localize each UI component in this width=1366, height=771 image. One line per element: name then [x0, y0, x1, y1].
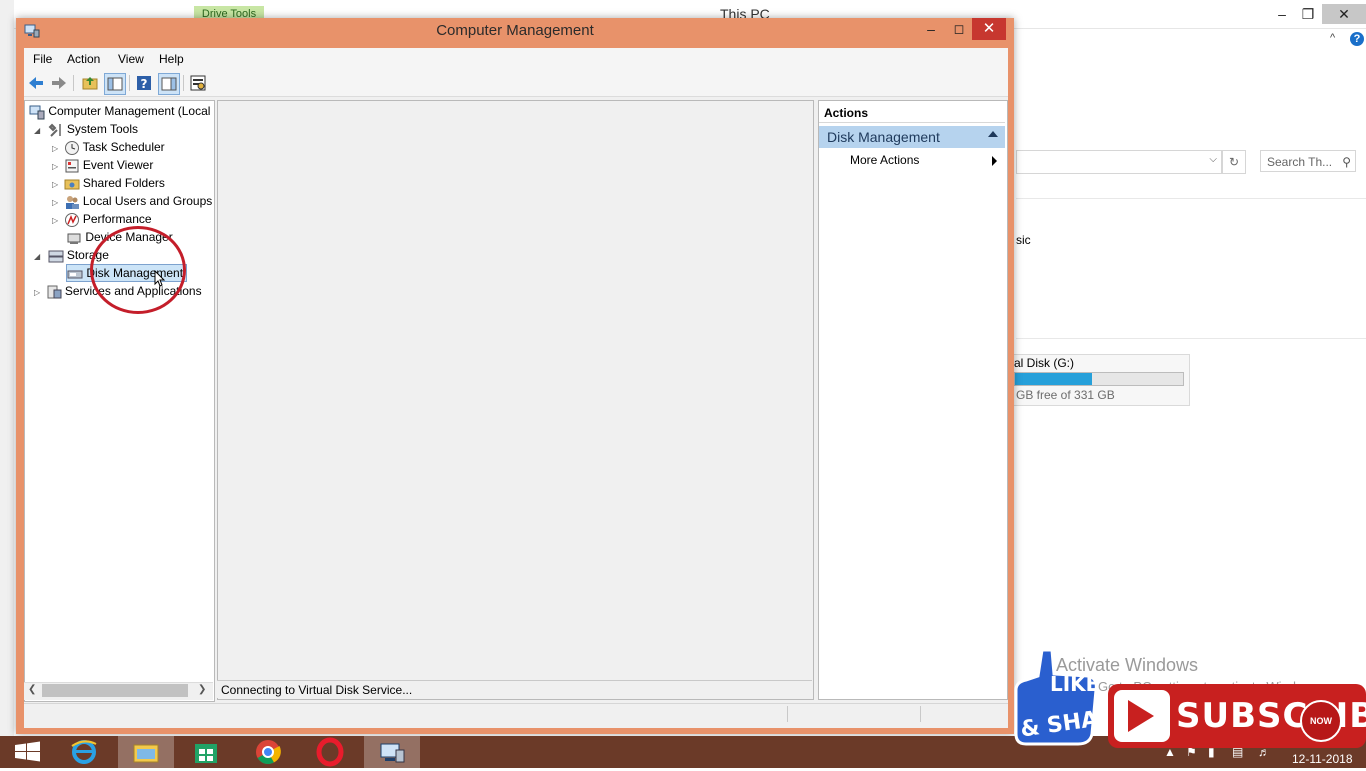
clock-date[interactable]: 12-11-2018: [1292, 752, 1353, 766]
status-divider: [920, 706, 921, 722]
start-button[interactable]: [0, 736, 56, 768]
background-close-button[interactable]: ✕: [1322, 4, 1366, 24]
tree-node-label: Task Scheduler: [82, 140, 165, 154]
drive-usage-bar: [1014, 372, 1184, 386]
play-triangle: [1128, 700, 1154, 732]
tree-node-local-users[interactable]: ▷ Local Users and Groups: [52, 192, 212, 210]
actions-header: Actions: [819, 103, 1005, 123]
toolbar-separator: [183, 75, 184, 91]
maximize-button[interactable]: ◻: [944, 18, 974, 40]
like-text: LIKE: [1050, 672, 1100, 696]
tree-node-root[interactable]: Computer Management (Local: [29, 102, 210, 120]
performance-icon: [64, 212, 80, 228]
scroll-left-icon[interactable]: ❮: [28, 684, 36, 695]
refresh-icon[interactable]: ↻: [1222, 150, 1246, 174]
storage-icon: [48, 248, 64, 264]
results-status-text: Connecting to Virtual Disk Service...: [217, 680, 812, 698]
more-actions-item[interactable]: More Actions: [850, 153, 919, 167]
expanded-arrow-icon[interactable]: ◢: [34, 126, 40, 135]
show-hide-tree-icon[interactable]: [104, 73, 126, 95]
tree-node-system-tools[interactable]: ◢ System Tools: [34, 120, 138, 138]
tree-node-label: Computer Management (Local: [48, 104, 211, 118]
actions-pane: [818, 100, 1008, 700]
opera-icon[interactable]: [302, 736, 358, 768]
tree-node-label: Local Users and Groups: [82, 194, 213, 208]
services-icon: [46, 284, 62, 300]
tree-node-label: System Tools: [66, 122, 138, 136]
help-icon[interactable]: ?: [135, 74, 153, 92]
status-bar: [24, 703, 1008, 726]
drive-usage-fill: [1015, 373, 1093, 385]
tree-node-label: Performance: [82, 212, 152, 226]
status-divider: [787, 706, 788, 722]
background-left-strip: [0, 0, 14, 736]
collapsed-arrow-icon[interactable]: ▷: [52, 180, 58, 189]
collapsed-arrow-icon[interactable]: ▷: [34, 288, 40, 297]
minimize-button[interactable]: –: [916, 18, 946, 40]
disk-management-icon: [67, 266, 83, 282]
collapsed-arrow-icon[interactable]: ▷: [52, 144, 58, 153]
back-arrow-icon[interactable]: [27, 74, 45, 92]
tree-node-label: Shared Folders: [82, 176, 165, 190]
search-placeholder: Search Th...: [1267, 155, 1333, 169]
collapse-arrow-icon[interactable]: [988, 131, 998, 137]
submenu-arrow-icon[interactable]: [992, 156, 997, 166]
up-folder-icon[interactable]: [81, 74, 99, 92]
window-title: Computer Management: [436, 22, 594, 39]
drive-name: al Disk (G:): [1014, 356, 1074, 370]
chrome-icon[interactable]: [240, 736, 296, 768]
highlight-circle: [90, 226, 186, 314]
menu-file[interactable]: File: [33, 52, 52, 66]
shared-folder-icon: [64, 176, 80, 192]
background-minimize-button[interactable]: –: [1268, 4, 1296, 24]
divider: [1016, 338, 1366, 339]
internet-explorer-icon[interactable]: [56, 736, 112, 768]
help-icon[interactable]: ?: [1350, 32, 1364, 46]
collapsed-arrow-icon[interactable]: ▷: [52, 162, 58, 171]
properties-icon[interactable]: [189, 74, 207, 92]
results-pane: [217, 100, 814, 700]
file-explorer-icon[interactable]: [118, 736, 174, 768]
tools-icon: [48, 122, 64, 138]
mouse-cursor-icon: [154, 269, 166, 291]
ribbon-collapse-icon[interactable]: ^: [1330, 32, 1335, 44]
tree-node-shared-folders[interactable]: ▷ Shared Folders: [52, 174, 165, 192]
subscribe-now-stamp: NOW: [1300, 700, 1342, 742]
computer-management-icon: [29, 104, 45, 120]
drive-free-space: GB free of 331 GB: [1016, 388, 1115, 402]
clock-icon: [64, 140, 80, 156]
action-pane-icon[interactable]: [158, 73, 180, 95]
tree-node-label: Event Viewer: [82, 158, 154, 172]
toolbar-separator: [129, 75, 130, 91]
expanded-arrow-icon[interactable]: ◢: [34, 252, 40, 261]
menu-action[interactable]: Action: [67, 52, 100, 66]
search-icon[interactable]: ⚲: [1342, 151, 1351, 173]
background-restore-button[interactable]: ❐: [1294, 4, 1322, 24]
disk-type-label: sic: [1016, 233, 1031, 247]
collapsed-arrow-icon[interactable]: ▷: [52, 198, 58, 207]
store-icon[interactable]: [178, 736, 234, 768]
computer-management-task-icon[interactable]: [364, 736, 420, 768]
chevron-down-icon[interactable]: ⌵: [1209, 154, 1217, 165]
scrollbar-thumb[interactable]: [42, 684, 188, 697]
svg-text:?: ?: [141, 77, 148, 91]
users-icon: [64, 194, 80, 210]
forward-arrow-icon[interactable]: [50, 74, 68, 92]
device-manager-icon: [66, 230, 82, 246]
event-log-icon: [64, 158, 80, 174]
collapsed-arrow-icon[interactable]: ▷: [52, 216, 58, 225]
address-bar[interactable]: ⌵: [1016, 150, 1222, 174]
actions-section-disk-management[interactable]: Disk Management: [819, 126, 1005, 148]
search-input[interactable]: Search Th... ⚲: [1260, 150, 1356, 172]
close-button[interactable]: ✕: [972, 18, 1006, 40]
tree-node-task-scheduler[interactable]: ▷ Task Scheduler: [52, 138, 165, 156]
menu-view[interactable]: View: [118, 52, 144, 66]
menu-help[interactable]: Help: [159, 52, 184, 66]
toolbar-separator: [73, 75, 74, 91]
divider: [1016, 198, 1366, 199]
tree-node-event-viewer[interactable]: ▷ Event Viewer: [52, 156, 153, 174]
scroll-right-icon[interactable]: ❯: [198, 684, 206, 695]
